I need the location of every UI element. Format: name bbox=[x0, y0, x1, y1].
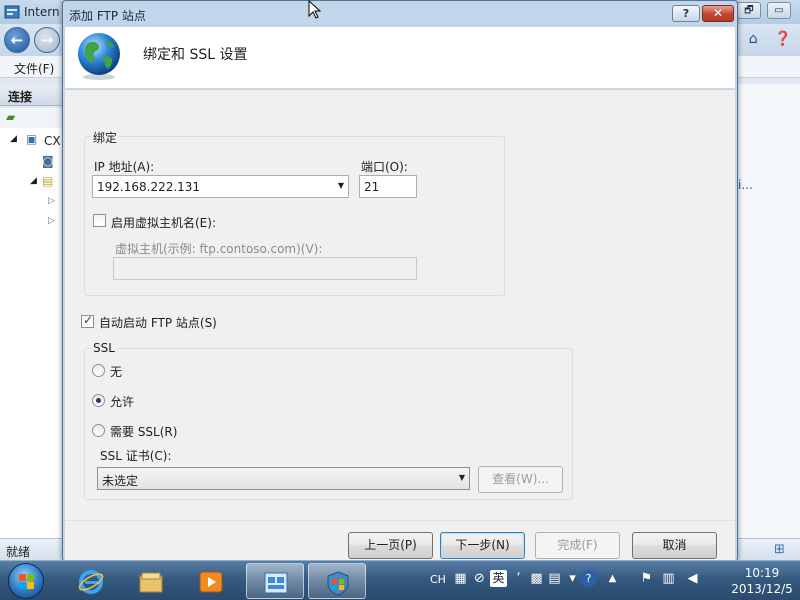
ime-pad-icon[interactable]: ▦ bbox=[452, 570, 469, 587]
sites-folder-icon[interactable]: ▤ bbox=[42, 174, 53, 188]
view-certificate-button[interactable]: 查看(W)... bbox=[478, 466, 563, 493]
taskbar-explorer-button[interactable] bbox=[122, 563, 180, 599]
volume-muted-icon[interactable]: ◀ bbox=[684, 570, 701, 587]
setup-icon bbox=[327, 571, 349, 596]
virtual-host-checkbox-label[interactable]: 启用虚拟主机名(E): bbox=[111, 214, 216, 231]
wizard-footer: 上一页(P) 下一步(N) 完成(F) 取消 bbox=[65, 520, 735, 560]
cancel-button[interactable]: 取消 bbox=[632, 532, 717, 559]
back-button[interactable]: ← bbox=[4, 27, 30, 53]
start-button[interactable] bbox=[8, 563, 44, 599]
add-ftp-site-dialog: 添加 FTP 站点 ? ✕ 绑定和 SSL 设置 绑定 IP 地址(A): 19… bbox=[62, 0, 738, 562]
ssl-option-require-label[interactable]: 需要 SSL(R) bbox=[110, 423, 177, 440]
taskbar: CH ▦ ⊘ 英 ʼ ▩ ▤ ▾ ? ▲ ⚑ ▥ ◀ 10:19 2013/12… bbox=[0, 560, 800, 600]
auto-start-checkbox[interactable] bbox=[81, 313, 94, 328]
actions-panel bbox=[736, 84, 800, 538]
ime-english-indicator[interactable]: 英 bbox=[490, 570, 507, 587]
address-bar-tools: ⌂ ❓ bbox=[738, 28, 794, 50]
ip-address-label: IP 地址(A): bbox=[94, 160, 155, 174]
taskbar-iis-manager-button[interactable] bbox=[246, 563, 304, 599]
wizard-body: 绑定 IP 地址(A): 192.168.222.131 ▼ 端口(O): 21… bbox=[65, 90, 735, 520]
network-status-icon: ⊞ bbox=[774, 542, 785, 557]
iis-manager-title: Intern bbox=[24, 5, 60, 19]
system-tray: CH ▦ ⊘ 英 ʼ ▩ ▤ ▾ ? ▲ ⚑ ▥ ◀ 10:19 2013/12… bbox=[426, 561, 800, 600]
help-icon[interactable]: ❓ bbox=[772, 28, 794, 50]
chevron-down-icon: ▼ bbox=[337, 181, 344, 190]
new-connection-icon[interactable]: ▰ bbox=[6, 110, 15, 124]
arrow-left-icon: ← bbox=[10, 31, 24, 49]
tree-root-label[interactable]: CX bbox=[44, 134, 61, 148]
connections-toolbar: ▰ bbox=[0, 108, 64, 128]
dialog-close-button[interactable]: ✕ bbox=[702, 5, 734, 22]
mouse-cursor-icon bbox=[308, 0, 322, 19]
virtual-host-checkbox[interactable] bbox=[93, 214, 106, 227]
ssl-cert-label: SSL 证书(C): bbox=[100, 449, 172, 463]
close-button[interactable]: ▭ bbox=[767, 2, 791, 19]
previous-button[interactable]: 上一页(P) bbox=[348, 532, 433, 559]
ime-options-icon[interactable]: ▾ bbox=[564, 570, 581, 587]
ssl-option-none-radio[interactable] bbox=[92, 364, 105, 377]
actions-link[interactable]: i... bbox=[738, 178, 753, 192]
ie-icon bbox=[78, 570, 104, 594]
menu-file[interactable]: 文件(F) bbox=[14, 60, 54, 77]
help-icon[interactable]: ? bbox=[580, 570, 597, 587]
connections-tree: ◢ ▣ CX ◙ ◢ ▤ ▷ ▷ bbox=[0, 128, 64, 538]
taskbar-setup-button[interactable] bbox=[308, 563, 366, 599]
ip-address-value: 192.168.222.131 bbox=[97, 180, 201, 194]
status-text: 就绪 bbox=[6, 545, 31, 559]
binding-group: 绑定 IP 地址(A): 192.168.222.131 ▼ 端口(O): 21… bbox=[84, 129, 505, 296]
ssl-cert-combobox[interactable]: 未选定 ▼ bbox=[97, 467, 470, 490]
ssl-group-title: SSL bbox=[91, 341, 117, 355]
ime-tools-icon[interactable]: ▤ bbox=[546, 570, 563, 587]
app-pools-icon[interactable]: ◙ bbox=[42, 154, 54, 168]
wizard-header: 绑定和 SSL 设置 bbox=[65, 27, 735, 89]
globe-icon bbox=[78, 33, 120, 80]
soft-keyboard-icon[interactable]: ▩ bbox=[528, 570, 545, 587]
virtual-host-input[interactable] bbox=[113, 257, 417, 280]
arrow-right-icon: → bbox=[40, 31, 54, 49]
iis-manager-icon bbox=[264, 572, 288, 594]
ssl-option-allow-radio[interactable] bbox=[92, 394, 105, 407]
tree-collapse-icon[interactable]: ▷ bbox=[48, 196, 55, 206]
media-player-icon bbox=[199, 571, 223, 593]
ssl-option-require-radio[interactable] bbox=[92, 424, 105, 437]
port-input[interactable]: 21 bbox=[359, 175, 417, 198]
taskbar-media-player-button[interactable] bbox=[182, 563, 240, 599]
dialog-titlebar: 添加 FTP 站点 ? ✕ bbox=[63, 1, 737, 27]
next-button[interactable]: 下一步(N) bbox=[440, 532, 525, 559]
action-center-flag-icon[interactable]: ⚑ bbox=[638, 570, 655, 587]
ssl-option-allow-label[interactable]: 允许 bbox=[110, 393, 134, 410]
restore-button[interactable]: 🗗 bbox=[737, 2, 761, 19]
taskbar-ie-button[interactable] bbox=[62, 563, 120, 599]
forward-button[interactable]: → bbox=[34, 27, 60, 53]
clock-date[interactable]: 2013/12/5 bbox=[726, 582, 798, 596]
punctuation-icon[interactable]: ʼ bbox=[510, 570, 527, 587]
chevron-down-icon: ▼ bbox=[458, 473, 465, 482]
port-label: 端口(O): bbox=[361, 160, 408, 174]
auto-start-label[interactable]: 自动启动 FTP 站点(S) bbox=[99, 314, 217, 331]
tree-expand-icon[interactable]: ◢ bbox=[30, 176, 37, 186]
tree-expand-icon[interactable]: ◢ bbox=[10, 134, 17, 144]
iis-app-icon bbox=[4, 5, 20, 19]
dialog-title: 添加 FTP 站点 bbox=[69, 9, 146, 23]
connections-header: 连接 bbox=[0, 84, 64, 106]
ssl-group: SSL 无 允许 需要 SSL(R) SSL 证书(C): 未选定 ▼ 查看(W… bbox=[84, 341, 573, 500]
binding-group-title: 绑定 bbox=[91, 129, 120, 146]
network-icon[interactable]: ▥ bbox=[660, 570, 677, 587]
help-button[interactable]: ? bbox=[672, 5, 700, 22]
home-icon[interactable]: ⌂ bbox=[742, 28, 764, 50]
windows-logo-icon bbox=[19, 574, 34, 589]
ssl-option-none-label[interactable]: 无 bbox=[110, 363, 122, 380]
language-indicator[interactable]: CH bbox=[430, 573, 446, 586]
ssl-cert-value: 未选定 bbox=[102, 474, 139, 488]
virtual-host-field-label: 虚拟主机(示例: ftp.contoso.com)(V): bbox=[115, 242, 323, 256]
explorer-icon bbox=[139, 572, 163, 593]
clock-time[interactable]: 10:19 bbox=[726, 566, 798, 580]
wizard-heading: 绑定和 SSL 设置 bbox=[143, 47, 248, 63]
ip-address-combobox[interactable]: 192.168.222.131 ▼ bbox=[92, 175, 349, 198]
tree-collapse-icon[interactable]: ▷ bbox=[48, 216, 55, 226]
server-icon: ▣ bbox=[26, 132, 38, 146]
finish-button[interactable]: 完成(F) bbox=[535, 532, 620, 559]
ime-mode-icon[interactable]: ⊘ bbox=[471, 570, 488, 587]
show-hidden-icons-icon[interactable]: ▲ bbox=[604, 570, 621, 587]
